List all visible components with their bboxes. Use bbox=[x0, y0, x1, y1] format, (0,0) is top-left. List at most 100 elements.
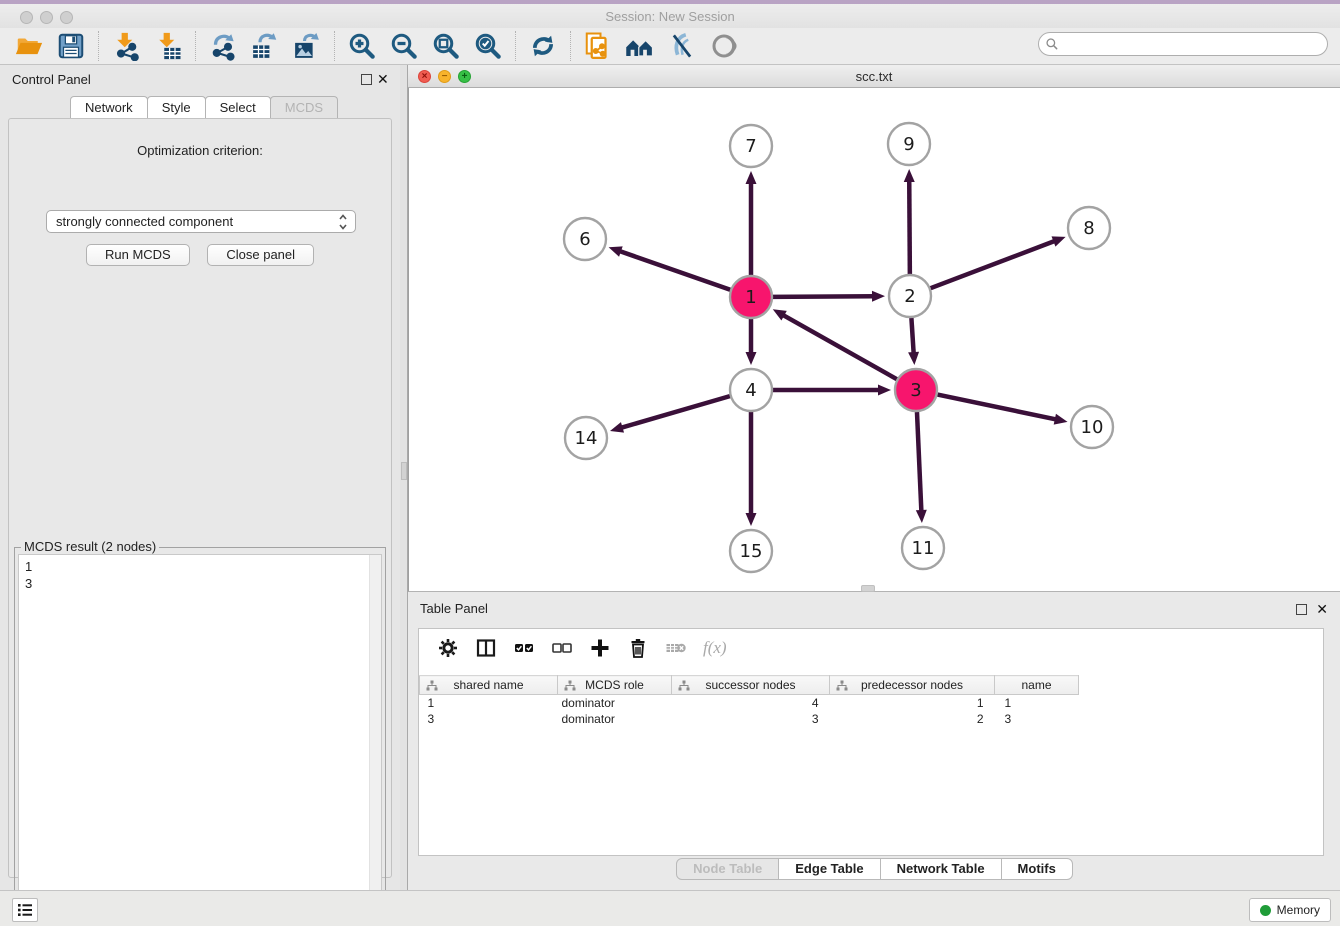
network-canvas[interactable]: 7968124314101511 bbox=[408, 88, 1340, 592]
close-table-panel-icon[interactable]: ✕ bbox=[1316, 601, 1328, 618]
table-cell[interactable]: 1 bbox=[830, 695, 995, 711]
table-cell[interactable]: 4 bbox=[672, 695, 830, 711]
task-history-button[interactable] bbox=[12, 898, 38, 922]
table-panel: Table Panel ✕ bbox=[408, 592, 1340, 890]
delete-table-icon[interactable] bbox=[665, 637, 687, 659]
tab-edge-table[interactable]: Edge Table bbox=[778, 858, 880, 880]
table-settings-icon[interactable] bbox=[437, 637, 459, 659]
edge-2-9[interactable] bbox=[909, 180, 910, 274]
network-view-window: × − + scc.txt 7968124314101511 bbox=[408, 65, 1340, 592]
table-cell[interactable]: 1 bbox=[995, 695, 1079, 711]
table-cell[interactable]: dominator bbox=[558, 711, 672, 727]
show-style-icon[interactable] bbox=[709, 31, 739, 61]
zoom-out-icon[interactable] bbox=[389, 31, 419, 61]
canvas-resize-handle[interactable] bbox=[861, 585, 875, 592]
column-header-MCDS-role[interactable]: MCDS role bbox=[558, 676, 672, 695]
float-table-panel-icon[interactable] bbox=[1296, 604, 1307, 615]
edge-3-1[interactable] bbox=[782, 315, 896, 380]
edge-arrowhead bbox=[609, 246, 623, 256]
table-cell[interactable]: 2 bbox=[830, 711, 995, 727]
edge-arrowhead bbox=[878, 385, 891, 396]
column-header-name[interactable]: name bbox=[995, 676, 1079, 695]
table-row[interactable]: 1dominator411 bbox=[420, 695, 1079, 711]
refresh-layout-icon[interactable] bbox=[528, 31, 558, 61]
toolbar-separator bbox=[195, 31, 196, 61]
tab-select[interactable]: Select bbox=[205, 96, 271, 118]
edge-arrowhead bbox=[746, 513, 757, 526]
import-network-icon[interactable] bbox=[111, 31, 141, 61]
status-bar: Memory bbox=[0, 890, 1340, 926]
edge-2-8[interactable] bbox=[931, 241, 1056, 288]
split-columns-icon[interactable] bbox=[475, 637, 497, 659]
edge-4-14[interactable] bbox=[621, 396, 730, 428]
hide-style-icon[interactable] bbox=[667, 31, 697, 61]
export-image-icon[interactable] bbox=[292, 31, 322, 61]
memory-label: Memory bbox=[1277, 903, 1320, 917]
edge-3-10[interactable] bbox=[938, 395, 1057, 420]
mcds-result-list[interactable]: 13 bbox=[18, 554, 382, 918]
column-header-predecessor-nodes[interactable]: predecessor nodes bbox=[830, 676, 995, 695]
graph-node-label: 8 bbox=[1083, 218, 1094, 239]
add-column-icon[interactable] bbox=[589, 637, 611, 659]
tab-network-table[interactable]: Network Table bbox=[880, 858, 1002, 880]
edge-arrowhead bbox=[1054, 414, 1068, 425]
open-session-icon[interactable] bbox=[14, 31, 44, 61]
window-title: Session: New Session bbox=[0, 9, 1340, 24]
tab-style[interactable]: Style bbox=[147, 96, 206, 118]
edge-1-2[interactable] bbox=[773, 296, 874, 297]
float-panel-icon[interactable] bbox=[361, 74, 372, 85]
import-table-icon[interactable] bbox=[153, 31, 183, 61]
hierarchy-icon bbox=[678, 680, 690, 692]
table-cell[interactable]: 3 bbox=[672, 711, 830, 727]
node-table[interactable]: shared nameMCDS rolesuccessor nodesprede… bbox=[419, 675, 1079, 727]
close-panel-button[interactable]: Close panel bbox=[207, 244, 314, 266]
graph-node-label: 9 bbox=[903, 134, 914, 155]
panel-splitter[interactable] bbox=[400, 65, 408, 890]
column-header-shared-name[interactable]: shared name bbox=[420, 676, 558, 695]
memory-button[interactable]: Memory bbox=[1249, 898, 1331, 922]
graph-node-label: 4 bbox=[745, 380, 756, 401]
graph-node-label: 10 bbox=[1081, 417, 1104, 438]
result-line: 3 bbox=[25, 575, 381, 592]
delete-column-icon[interactable] bbox=[627, 637, 649, 659]
select-columns-checked-icon[interactable] bbox=[513, 637, 535, 659]
select-columns-unchecked-icon[interactable] bbox=[551, 637, 573, 659]
column-header-successor-nodes[interactable]: successor nodes bbox=[672, 676, 830, 695]
search-input[interactable] bbox=[1059, 34, 1327, 54]
edge-2-3[interactable] bbox=[911, 318, 913, 354]
table-row[interactable]: 3dominator323 bbox=[420, 711, 1079, 727]
edge-arrowhead bbox=[916, 510, 927, 523]
tab-motifs[interactable]: Motifs bbox=[1001, 858, 1073, 880]
tab-mcds[interactable]: MCDS bbox=[270, 96, 338, 118]
clone-network-icon[interactable] bbox=[583, 31, 613, 61]
zoom-fit-icon[interactable] bbox=[431, 31, 461, 61]
table-cell[interactable]: dominator bbox=[558, 695, 672, 711]
splitter-handle[interactable] bbox=[401, 462, 407, 480]
table-cell[interactable]: 3 bbox=[995, 711, 1079, 727]
table-cell[interactable]: 3 bbox=[420, 711, 558, 727]
edge-arrowhead bbox=[872, 291, 885, 302]
search-box[interactable] bbox=[1038, 32, 1328, 56]
edge-1-6[interactable] bbox=[619, 251, 730, 290]
table-cell[interactable]: 1 bbox=[420, 695, 558, 711]
network-window-titlebar: × − + scc.txt bbox=[408, 65, 1340, 88]
edge-arrowhead bbox=[746, 352, 757, 365]
result-scrollbar[interactable] bbox=[369, 555, 381, 917]
network-graph[interactable]: 7968124314101511 bbox=[409, 88, 1340, 591]
criterion-select[interactable]: strongly connected component bbox=[46, 210, 356, 233]
toolbar-separator bbox=[334, 31, 335, 61]
table-toolbar: f(x) bbox=[419, 629, 1323, 667]
function-builder-icon[interactable]: f(x) bbox=[703, 638, 727, 658]
tab-network[interactable]: Network bbox=[70, 96, 148, 118]
edge-3-11[interactable] bbox=[917, 412, 921, 512]
run-mcds-button[interactable]: Run MCDS bbox=[86, 244, 190, 266]
zoom-in-icon[interactable] bbox=[347, 31, 377, 61]
save-session-icon[interactable] bbox=[56, 31, 86, 61]
close-panel-icon[interactable]: ✕ bbox=[377, 71, 389, 88]
show-all-networks-icon[interactable] bbox=[625, 31, 655, 61]
main-toolbar bbox=[0, 28, 1340, 65]
export-table-icon[interactable] bbox=[250, 31, 280, 61]
tab-node-table[interactable]: Node Table bbox=[676, 858, 779, 880]
zoom-selected-icon[interactable] bbox=[473, 31, 503, 61]
export-network-icon[interactable] bbox=[208, 31, 238, 61]
